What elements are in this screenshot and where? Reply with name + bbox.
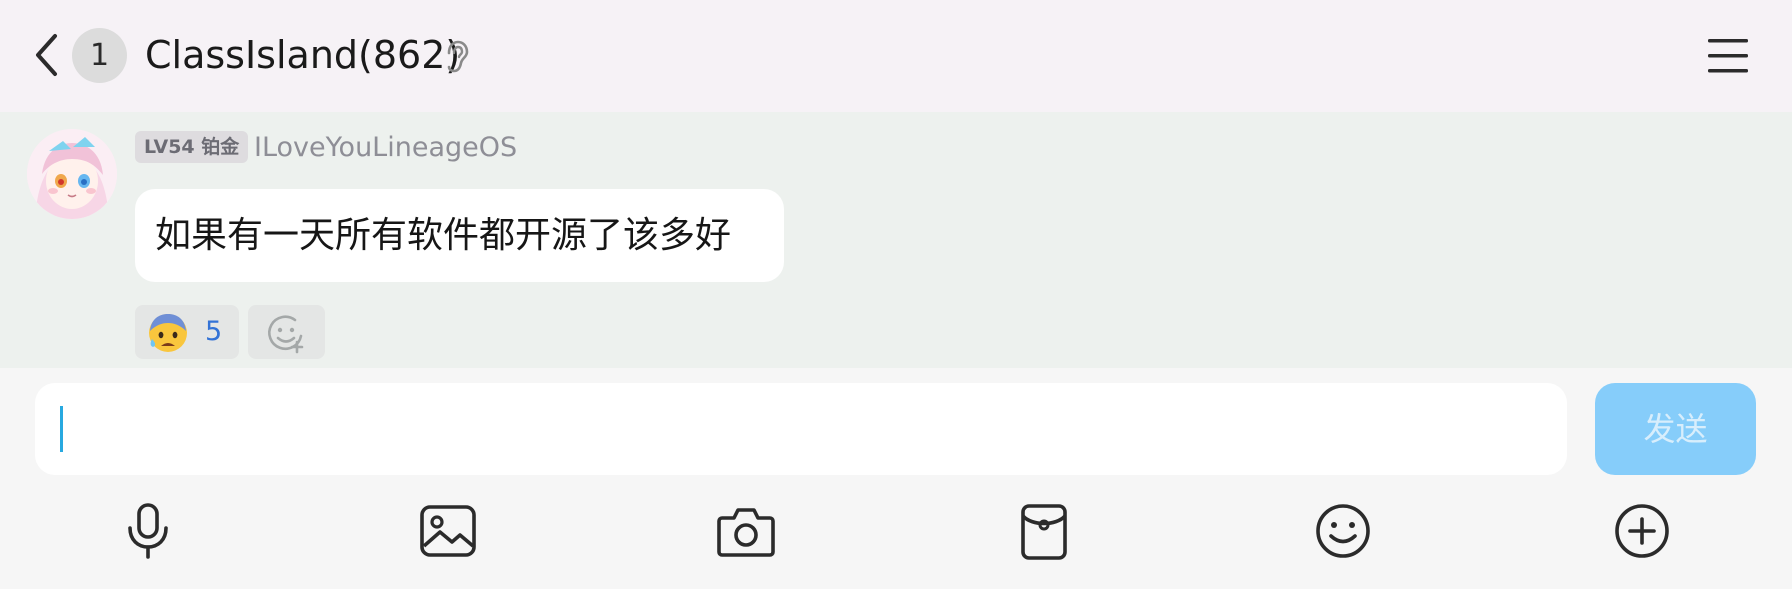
message-list[interactable]: LV54 铂金 ILoveYouLineageOS 如果有一天所有软件都开源了该… xyxy=(0,112,1792,368)
anxious-face-with-sweat-icon xyxy=(149,314,187,352)
sender-name[interactable]: ILoveYouLineageOS xyxy=(254,131,517,165)
chevron-left-icon xyxy=(36,34,57,76)
chat-header: 1 ClassIsland(862) xyxy=(0,0,1792,112)
level-badge: LV54 铂金 xyxy=(135,131,249,163)
back-button[interactable] xyxy=(30,30,64,80)
emoji-button[interactable] xyxy=(1313,502,1373,560)
reaction-count: 5 xyxy=(205,316,223,347)
ear-icon xyxy=(444,40,470,74)
plus-circle-icon xyxy=(1615,504,1669,558)
camera-button[interactable] xyxy=(716,502,776,560)
message-input[interactable] xyxy=(35,383,1567,475)
text-cursor xyxy=(60,406,63,452)
emoji-icon xyxy=(1316,504,1370,558)
voice-button[interactable] xyxy=(118,502,178,560)
anime-girl-avatar xyxy=(27,129,117,219)
send-button[interactable]: 发送 xyxy=(1595,383,1756,475)
red-packet-icon xyxy=(1021,504,1067,560)
camera-icon xyxy=(717,508,775,557)
message-bubble[interactable]: 如果有一天所有软件都开源了该多好 xyxy=(135,189,784,282)
unread-count-badge[interactable]: 1 xyxy=(72,28,127,83)
image-button[interactable] xyxy=(418,502,478,560)
reaction-chip[interactable]: 5 xyxy=(135,305,239,359)
sender-avatar[interactable] xyxy=(27,129,117,219)
more-button[interactable] xyxy=(1612,502,1672,560)
menu-button[interactable] xyxy=(1706,36,1750,76)
add-reaction-button[interactable] xyxy=(248,305,325,359)
chat-title[interactable]: ClassIsland(862) xyxy=(145,29,460,81)
image-icon xyxy=(420,505,476,557)
add-emoji-icon xyxy=(268,315,304,354)
hamburger-menu-icon xyxy=(1708,39,1748,73)
microphone-icon xyxy=(128,503,168,559)
red-packet-button[interactable] xyxy=(1014,502,1074,560)
